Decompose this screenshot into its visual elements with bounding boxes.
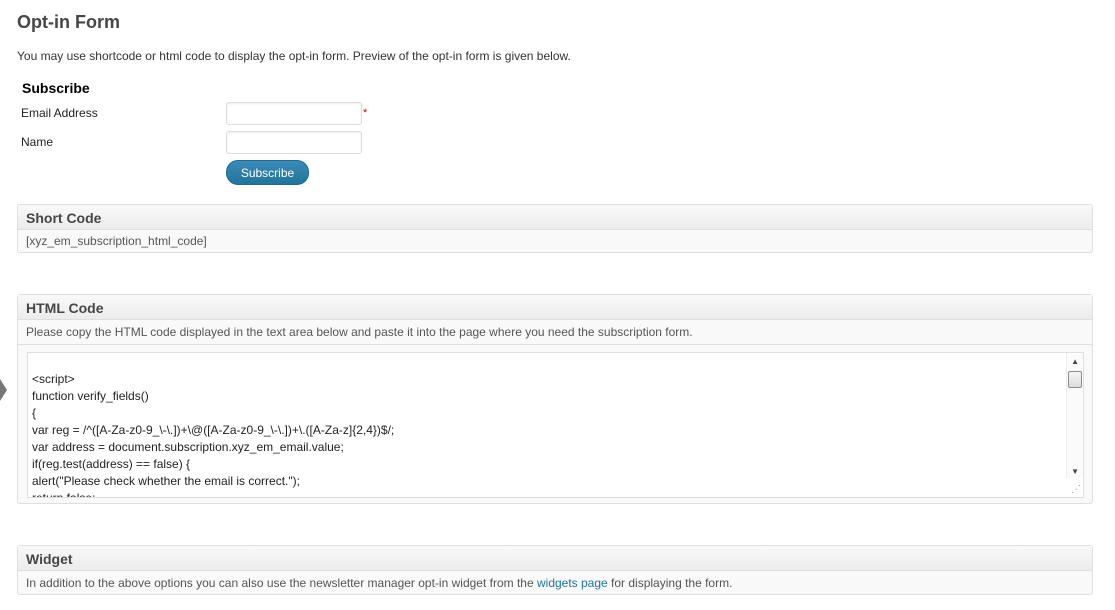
- widgets-page-link[interactable]: widgets page: [537, 576, 608, 590]
- code-line: if(reg.test(address) == false) {: [32, 457, 191, 471]
- name-label: Name: [21, 135, 54, 149]
- name-field[interactable]: [226, 131, 362, 154]
- widget-title: Widget: [18, 546, 1092, 571]
- widget-text-after: for displaying the form.: [607, 576, 733, 590]
- form-heading: Subscribe: [22, 80, 90, 96]
- required-marker: *: [363, 107, 368, 119]
- textarea-scrollbar[interactable]: ▲ ▼: [1066, 353, 1083, 478]
- widget-description: In addition to the above options you can…: [18, 571, 1092, 595]
- html-code-description: Please copy the HTML code displayed in t…: [18, 320, 1092, 345]
- short-code-title: Short Code: [18, 205, 1092, 230]
- scroll-up-arrow-icon[interactable]: ▲: [1071, 357, 1079, 366]
- code-line: return false;: [32, 491, 96, 498]
- scroll-down-arrow-icon[interactable]: ▼: [1071, 467, 1079, 476]
- short-code-value: [xyz_em_subscription_html_code]: [26, 234, 207, 248]
- html-code-panel: HTML Code Please copy the HTML code disp…: [17, 294, 1093, 504]
- resize-grip-icon[interactable]: ⋰: [1071, 485, 1081, 495]
- code-line: {: [32, 406, 37, 420]
- html-code-text[interactable]: <script> function verify_fields() { var reg…: [32, 371, 395, 498]
- html-code-textarea[interactable]: <script> function verify_fields() { var reg…: [27, 352, 1084, 498]
- page-title: Opt-in Form: [17, 12, 120, 32]
- collapse-arrow-icon[interactable]: [0, 379, 7, 401]
- email-field[interactable]: [226, 102, 362, 125]
- code-line: var address = document.subscription.xyz_…: [32, 440, 344, 454]
- scroll-thumb[interactable]: [1068, 371, 1082, 388]
- page-intro: You may use shortcode or html code to di…: [17, 49, 571, 63]
- code-line: alert("Please check whether the email is…: [32, 474, 300, 488]
- subscribe-button[interactable]: Subscribe: [226, 160, 309, 185]
- code-line: function verify_fields(): [32, 389, 149, 403]
- code-line: var reg = /^([A-Za-z0-9_\-\.])+\@([A-Za-…: [32, 423, 395, 437]
- widget-panel: Widget In addition to the above options …: [17, 545, 1093, 595]
- email-label: Email Address: [21, 106, 98, 120]
- code-line: <script>: [32, 372, 75, 386]
- short-code-panel: Short Code [xyz_em_subscription_html_cod…: [17, 204, 1093, 253]
- html-code-title: HTML Code: [18, 295, 1092, 320]
- widget-text-before: In addition to the above options you can…: [26, 576, 537, 590]
